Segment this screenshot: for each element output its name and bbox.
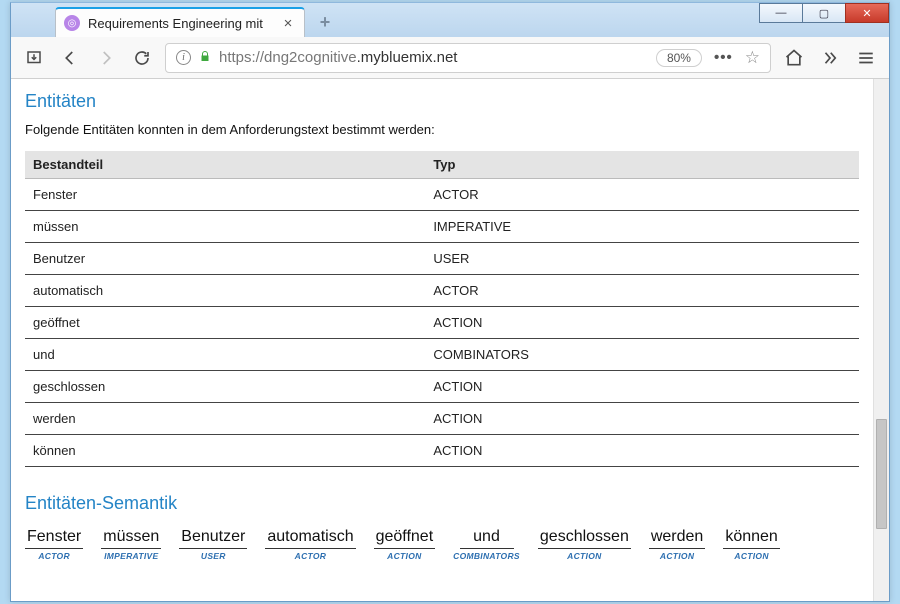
table-row: FensterACTOR <box>25 179 859 211</box>
cell-component: automatisch <box>25 275 425 307</box>
home-button[interactable] <box>781 45 807 71</box>
table-row: undCOMBINATORS <box>25 339 859 371</box>
table-row: werdenACTION <box>25 403 859 435</box>
address-bar[interactable]: i https://dng2cognitive.mybluemix.net 80… <box>165 43 771 73</box>
token-word: und <box>460 528 514 549</box>
table-row: könnenACTION <box>25 435 859 467</box>
cell-component: Fenster <box>25 179 425 211</box>
token-tag: IMPERATIVE <box>104 551 158 561</box>
tab-title: Requirements Engineering mit <box>88 16 272 31</box>
semantik-token: Fenster ACTOR <box>25 528 83 561</box>
cell-type: ACTION <box>425 371 859 403</box>
tab-strip: ◎ Requirements Engineering mit × + <box>11 3 889 37</box>
token-word: automatisch <box>265 528 355 549</box>
token-tag: USER <box>201 551 226 561</box>
downloads-icon[interactable] <box>21 45 47 71</box>
cell-component: geschlossen <box>25 371 425 403</box>
token-word: werden <box>649 528 705 549</box>
cell-type: ACTOR <box>425 275 859 307</box>
window-controls: — ▢ ✕ <box>760 3 889 27</box>
maximize-button[interactable]: ▢ <box>802 3 846 23</box>
cell-component: werden <box>25 403 425 435</box>
entities-table: Bestandteil Typ FensterACTORmüssenIMPERA… <box>25 151 859 467</box>
page-actions-icon[interactable]: ••• <box>710 49 737 66</box>
table-row: automatischACTOR <box>25 275 859 307</box>
token-word: geöffnet <box>374 528 436 549</box>
scroll-thumb[interactable] <box>876 419 887 529</box>
token-tag: ACTION <box>387 551 421 561</box>
table-row: geöffnetACTION <box>25 307 859 339</box>
semantik-token: geschlossen ACTION <box>538 528 631 561</box>
minimize-button[interactable]: — <box>759 3 803 23</box>
token-row: Fenster ACTOR müssen IMPERATIVE Benutzer USER… <box>25 528 859 561</box>
semantik-token: automatisch ACTOR <box>265 528 355 561</box>
cell-component: und <box>25 339 425 371</box>
lock-icon <box>199 50 211 66</box>
page-viewport: Entitäten Folgende Entitäten konnten in … <box>11 79 889 601</box>
forward-button[interactable] <box>93 45 119 71</box>
semantik-token: können ACTION <box>723 528 780 561</box>
entities-description: Folgende Entitäten konnten in dem Anford… <box>25 122 859 137</box>
table-row: müssenIMPERATIVE <box>25 211 859 243</box>
table-row: BenutzerUSER <box>25 243 859 275</box>
browser-window: — ▢ ✕ ◎ Requirements Engineering mit × +… <box>10 2 890 602</box>
semantik-token: Benutzer USER <box>179 528 247 561</box>
semantik-token: und COMBINATORS <box>453 528 520 561</box>
semantik-section: Entitäten-Semantik Fenster ACTOR müssen IMP… <box>25 493 859 561</box>
table-row: geschlossenACTION <box>25 371 859 403</box>
browser-tab[interactable]: ◎ Requirements Engineering mit × <box>55 7 305 37</box>
overflow-chevron-icon[interactable] <box>817 45 843 71</box>
cell-component: Benutzer <box>25 243 425 275</box>
close-window-button[interactable]: ✕ <box>845 3 889 23</box>
cell-component: können <box>25 435 425 467</box>
token-tag: ACTION <box>734 551 768 561</box>
semantik-heading: Entitäten-Semantik <box>25 493 859 514</box>
browser-toolbar: i https://dng2cognitive.mybluemix.net 80… <box>11 37 889 79</box>
token-tag: ACTION <box>660 551 694 561</box>
cell-type: USER <box>425 243 859 275</box>
back-button[interactable] <box>57 45 83 71</box>
url-text: https://dng2cognitive.mybluemix.net <box>219 49 648 66</box>
reload-button[interactable] <box>129 45 155 71</box>
menu-button[interactable] <box>853 45 879 71</box>
token-word: Fenster <box>25 528 83 549</box>
col-component: Bestandteil <box>25 151 425 179</box>
zoom-badge[interactable]: 80% <box>656 49 702 67</box>
token-tag: COMBINATORS <box>453 551 520 561</box>
token-tag: ACTOR <box>295 551 327 561</box>
col-type: Typ <box>425 151 859 179</box>
cell-type: ACTION <box>425 435 859 467</box>
token-tag: ACTION <box>567 551 601 561</box>
cell-type: IMPERATIVE <box>425 211 859 243</box>
bookmark-star-icon[interactable]: ☆ <box>745 48 760 68</box>
cell-type: COMBINATORS <box>425 339 859 371</box>
site-info-icon[interactable]: i <box>176 50 191 65</box>
cell-type: ACTION <box>425 307 859 339</box>
table-header-row: Bestandteil Typ <box>25 151 859 179</box>
semantik-token: müssen IMPERATIVE <box>101 528 161 561</box>
page-content: Entitäten Folgende Entitäten konnten in … <box>11 79 873 601</box>
semantik-token: geöffnet ACTION <box>374 528 436 561</box>
semantik-token: werden ACTION <box>649 528 705 561</box>
new-tab-button[interactable]: + <box>311 9 339 35</box>
close-tab-button[interactable]: × <box>280 15 296 31</box>
favicon-icon: ◎ <box>64 15 80 31</box>
token-word: Benutzer <box>179 528 247 549</box>
token-word: geschlossen <box>538 528 631 549</box>
entities-heading: Entitäten <box>25 91 859 112</box>
vertical-scrollbar[interactable] <box>873 79 889 601</box>
cell-type: ACTOR <box>425 179 859 211</box>
cell-type: ACTION <box>425 403 859 435</box>
token-word: müssen <box>101 528 161 549</box>
token-word: können <box>723 528 780 549</box>
cell-component: müssen <box>25 211 425 243</box>
cell-component: geöffnet <box>25 307 425 339</box>
token-tag: ACTOR <box>38 551 70 561</box>
